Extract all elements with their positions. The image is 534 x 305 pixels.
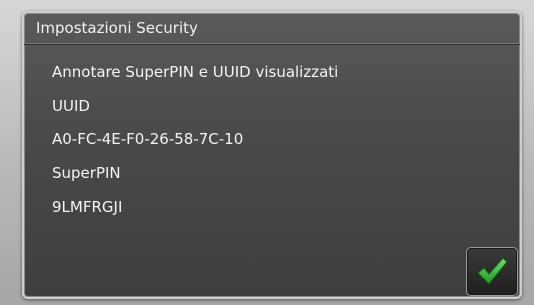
instruction-text: Annotare SuperPIN e UUID visualizzati xyxy=(52,63,339,81)
uuid-label: UUID xyxy=(52,97,90,115)
superpin-value: 9LMFRGJI xyxy=(52,198,123,216)
uuid-value: A0-FC-4E-F0-26-58-7C-10 xyxy=(52,130,244,148)
dialog-title-bar: Impostazioni Security xyxy=(24,13,520,44)
dialog-title: Impostazioni Security xyxy=(36,19,198,37)
superpin-label: SuperPIN xyxy=(52,164,121,182)
confirm-button[interactable] xyxy=(466,247,518,296)
security-settings-dialog: Impostazioni Security Annotare SuperPIN … xyxy=(22,11,522,299)
checkmark-icon xyxy=(474,254,510,290)
